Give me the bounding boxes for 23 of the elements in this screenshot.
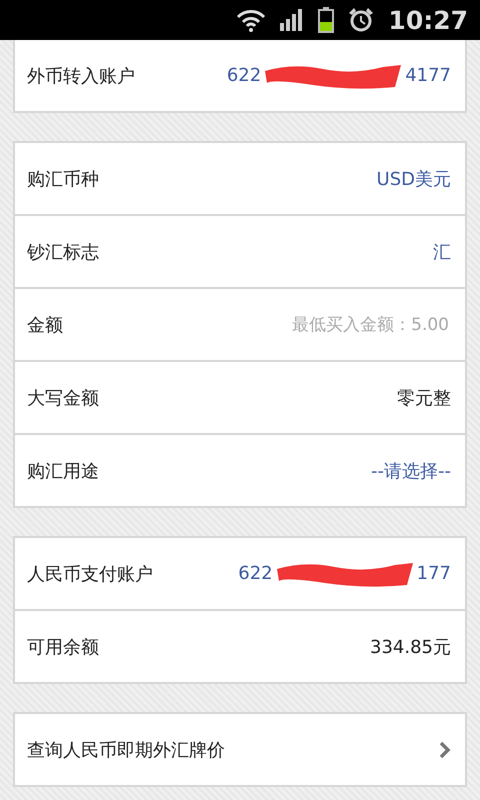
field-label: 可用余额 — [27, 636, 99, 658]
signal-icon — [280, 9, 304, 31]
account-selector[interactable]: 622 4177 — [226, 60, 451, 90]
select-field[interactable]: 汇 — [433, 240, 451, 264]
field-label: 大写金额 — [27, 386, 99, 410]
field-label: 购汇用途 — [27, 460, 99, 482]
amount-input[interactable]: 最低买入金额：5.00 — [227, 314, 451, 336]
wifi-icon — [236, 8, 266, 32]
account-selector[interactable]: 622 177 — [238, 558, 451, 588]
field-value: 零元整 — [397, 386, 451, 410]
field-value: 334.85元 — [370, 636, 451, 658]
field-label: 人民币支付账户 — [27, 562, 153, 586]
select-field[interactable]: USD美元 — [376, 166, 451, 190]
field-label: 钞汇标志 — [27, 240, 99, 264]
field-label: 外币转入账户 — [27, 64, 135, 88]
alarm-clock-icon — [348, 7, 374, 33]
clock-time: 10:27 — [388, 6, 468, 34]
battery-icon — [318, 7, 334, 33]
field-label: 金额 — [27, 314, 63, 336]
field-label: 购汇币种 — [27, 168, 99, 190]
select-field[interactable]: --请选择-- — [371, 458, 451, 482]
chevron-right-icon[interactable] — [439, 740, 451, 758]
field-label: 查询人民币即期外汇牌价 — [27, 738, 225, 762]
